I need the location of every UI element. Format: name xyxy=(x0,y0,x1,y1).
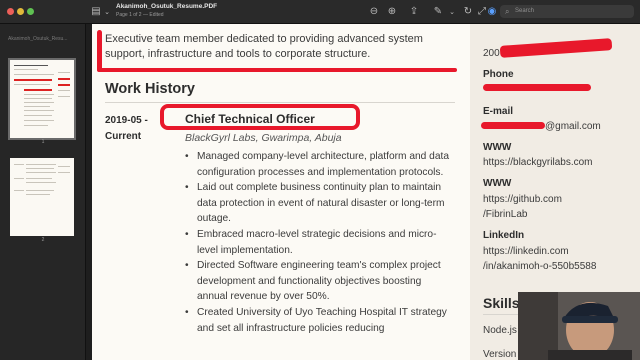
job-dates-start: 2019-05 - xyxy=(105,115,148,126)
webcam-overlay xyxy=(518,292,640,360)
website-link-2-line-2[interactable]: /FibrinLab xyxy=(483,209,527,220)
phone-label: Phone xyxy=(483,69,514,80)
window-toolbar: ▤ ⌄ Akanimoh_Osutuk_Resume.PDF Page 1 of… xyxy=(0,0,640,24)
document-status: Page 1 of 2 — Edited xyxy=(116,12,164,18)
section-divider xyxy=(105,102,455,103)
redaction-mark xyxy=(483,84,591,91)
markup-pen-icon[interactable]: ✎ xyxy=(432,5,444,19)
www-label-1: WWW xyxy=(483,142,512,153)
website-link-1[interactable]: https://blackgyrilabs.com xyxy=(483,157,593,168)
sidebar-document-name: Akanimoh_Osutuk_Resu... xyxy=(8,36,68,42)
sidebar-toggle-icon[interactable]: ▤ xyxy=(90,5,102,19)
contact-year-fragment: 200 xyxy=(483,48,500,59)
markup-toolbar xyxy=(116,14,117,15)
work-history-heading: Work History xyxy=(105,81,195,97)
zoom-in-icon[interactable]: ⊕ xyxy=(386,5,398,19)
email-label: E-mail xyxy=(483,106,514,117)
markup-chevron-icon[interactable]: ⌄ xyxy=(448,5,456,19)
minimize-window-button[interactable] xyxy=(17,8,24,15)
job-bullet-list: Managed company-level architecture, plat… xyxy=(183,149,453,336)
job-bullet: Laid out complete business continuity pl… xyxy=(183,180,453,227)
job-bullet: Created University of Uyo Teaching Hospi… xyxy=(183,305,453,336)
document-title: Akanimoh_Osutuk_Resume.PDF xyxy=(116,3,218,10)
page-thumbnail-1[interactable] xyxy=(8,58,76,140)
annotation-bracket-bottom xyxy=(97,68,457,72)
annotation-title-box xyxy=(160,104,360,130)
email-suffix: @gmail.com xyxy=(545,121,601,132)
zoom-out-icon[interactable]: ⊖ xyxy=(368,5,380,19)
close-window-button[interactable] xyxy=(7,8,14,15)
search-icon: ⌕ xyxy=(505,7,510,16)
job-dates-end: Current xyxy=(105,131,142,142)
job-bullet: Directed Software engineering team's com… xyxy=(183,258,453,305)
job-bullet: Managed company-level architecture, plat… xyxy=(183,149,453,180)
zoom-window-button[interactable] xyxy=(27,8,34,15)
search-field[interactable]: ⌕ Search xyxy=(500,5,634,18)
redaction-mark xyxy=(481,122,545,129)
summary-line-1: Executive team member dedicated to provi… xyxy=(105,33,423,45)
skills-heading: Skills xyxy=(483,295,520,311)
job-company: BlackGyrl Labs, Gwarimpa, Abuja xyxy=(185,132,342,144)
page-number-2: 2 xyxy=(41,237,45,243)
www-label-2: WWW xyxy=(483,178,512,189)
chevron-down-icon[interactable]: ⌄ xyxy=(103,5,111,19)
website-link-2-line-1[interactable]: https://github.com xyxy=(483,194,562,205)
page-number-1: 1 xyxy=(41,139,45,145)
linkedin-link-line-1[interactable]: https://linkedin.com xyxy=(483,246,569,257)
presenter-video-image xyxy=(518,292,640,360)
page-thumbnail-2[interactable] xyxy=(10,158,74,236)
accessibility-icon[interactable]: ◉ xyxy=(486,5,498,19)
share-icon[interactable]: ⇪ xyxy=(408,5,420,19)
thumbnail-sidebar: Akanimoh_Osutuk_Resu... 1 2 xyxy=(0,24,86,360)
summary-line-2: support, infrastructure and tools to cor… xyxy=(105,48,371,60)
redaction-mark xyxy=(499,38,613,58)
search-placeholder: Search xyxy=(515,8,535,14)
linkedin-label: LinkedIn xyxy=(483,230,525,241)
skill-item: Node.js xyxy=(483,325,517,336)
job-bullet: Embraced macro-level strategic decisions… xyxy=(183,227,453,258)
rotate-icon[interactable]: ↻ xyxy=(462,5,474,19)
linkedin-link-line-2[interactable]: /in/akanimoh-o-550b5588 xyxy=(483,261,596,272)
skills-divider xyxy=(483,314,523,315)
annotation-bracket-vertical xyxy=(97,30,102,72)
